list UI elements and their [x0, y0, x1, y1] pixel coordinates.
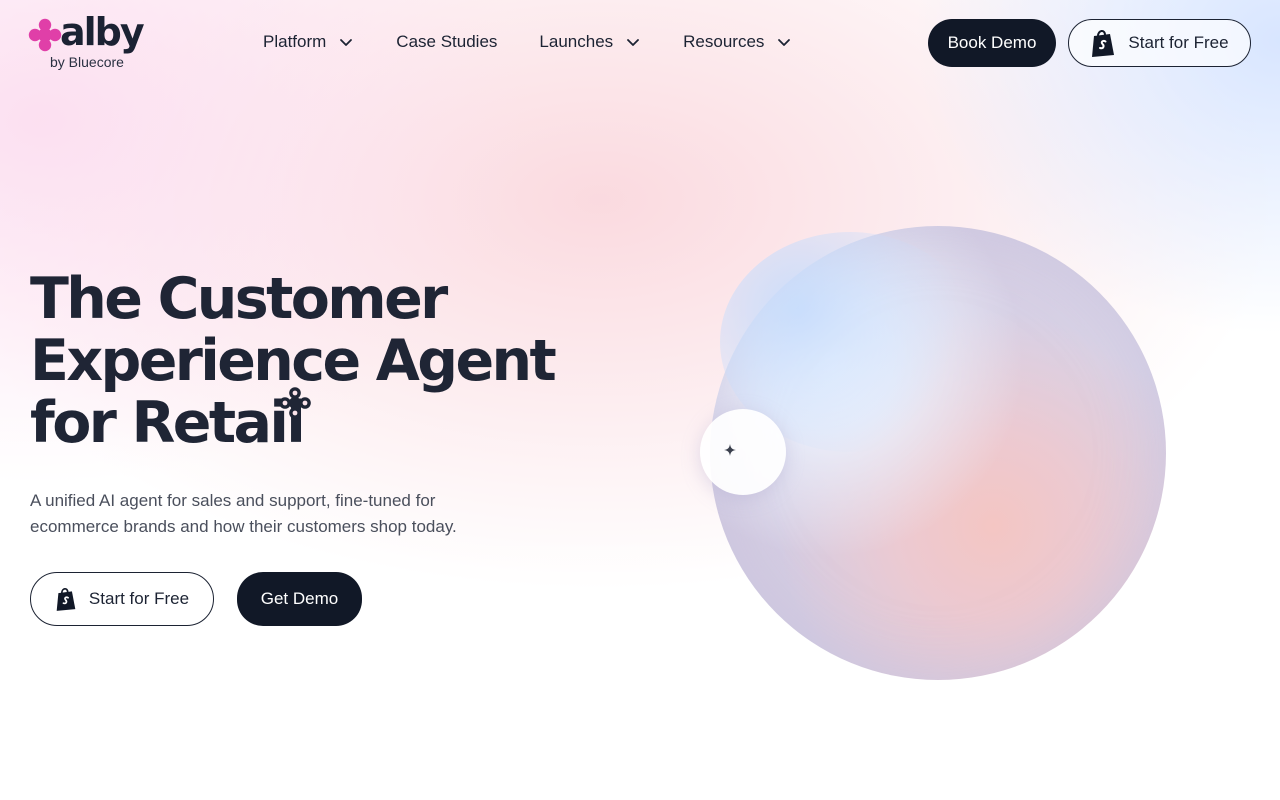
nav-item-label: Case Studies — [396, 32, 498, 51]
shopify-bag-icon — [56, 588, 76, 611]
alby-logo-icon — [28, 18, 62, 52]
chevron-down-icon — [340, 39, 353, 46]
chat-launcher-button[interactable] — [700, 409, 786, 495]
nav-item-case-studies[interactable]: Case Studies — [396, 30, 497, 54]
book-demo-label: Book Demo — [947, 33, 1037, 52]
get-demo-label: Get Demo — [260, 589, 339, 608]
logo-subtitle: by Bluecore — [50, 54, 124, 70]
nav-item-label: Resources — [683, 32, 765, 51]
hero-start-free-button[interactable]: Start for Free — [30, 572, 214, 626]
chevron-down-icon — [627, 39, 640, 46]
book-demo-button[interactable]: Book Demo — [928, 19, 1056, 67]
hero-subtitle-line: A unified AI agent for sales and support… — [30, 491, 436, 510]
shopify-bag-icon — [1092, 30, 1115, 57]
nav-item-label: Platform — [263, 32, 327, 51]
alby-logo[interactable]: alby by Bluecore — [28, 10, 158, 74]
sparkle-icon — [724, 444, 736, 456]
alby-mark-icon — [279, 387, 311, 419]
header-start-free-button[interactable]: Start for Free — [1068, 19, 1251, 67]
chevron-down-icon — [778, 39, 791, 46]
hero-title-line: The Customer — [30, 266, 448, 332]
nav-item-platform[interactable]: Platform — [263, 30, 354, 54]
start-free-label: Start for Free — [1128, 33, 1229, 52]
start-free-label: Start for Free — [88, 589, 190, 608]
logo-wordmark: alby — [60, 10, 145, 54]
site-header: alby by Bluecore Platform Case Studies L… — [0, 0, 1280, 90]
hero-subtitle-line: ecommerce brands and how their customers… — [30, 517, 457, 536]
hero-title: The Customer Experience Agent for Retail — [30, 268, 590, 454]
hero-subtitle: A unified AI agent for sales and support… — [30, 488, 500, 540]
hero-title-line: Experience Agent — [30, 328, 557, 394]
get-demo-button[interactable]: Get Demo — [237, 572, 362, 626]
nav-item-resources[interactable]: Resources — [683, 30, 792, 54]
nav-item-label: Launches — [539, 32, 614, 51]
main-nav: Platform Case Studies Launches Resources — [263, 30, 834, 54]
nav-item-launches[interactable]: Launches — [539, 30, 641, 54]
